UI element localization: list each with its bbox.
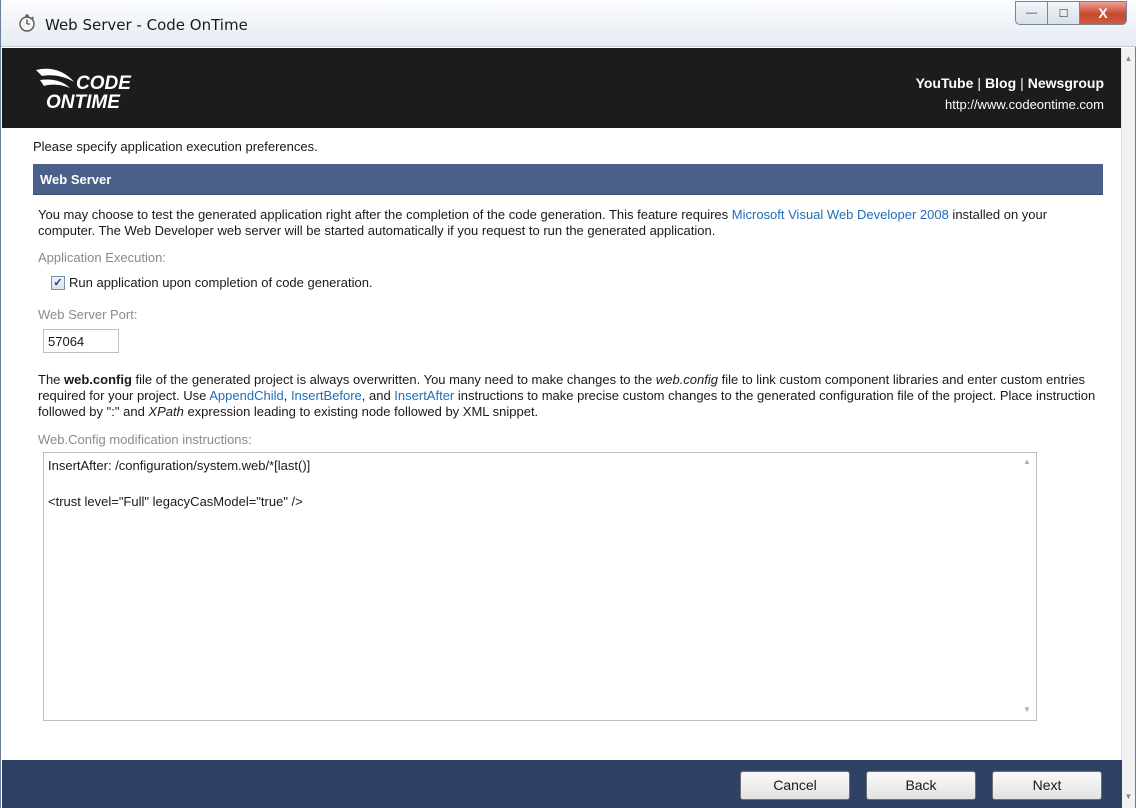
maximize-button[interactable]: ☐	[1047, 1, 1079, 25]
application-window: Web Server - Code OnTime — ☐ X CODE ONTI…	[0, 0, 1136, 808]
webconfig-instructions-label: Web.Config modification instructions:	[38, 432, 252, 447]
scroll-down-icon[interactable]: ▼	[1122, 790, 1135, 804]
textarea-scroll-down-icon[interactable]: ▼	[1023, 705, 1031, 714]
visual-web-developer-link[interactable]: Microsoft Visual Web Developer 2008	[732, 207, 949, 222]
minimize-icon: —	[1026, 7, 1037, 19]
back-button[interactable]: Back	[866, 771, 976, 800]
next-button[interactable]: Next	[992, 771, 1102, 800]
window-title: Web Server - Code OnTime	[45, 16, 248, 34]
run-application-label[interactable]: Run application upon completion of code …	[69, 275, 373, 290]
insert-before-link[interactable]: InsertBefore	[291, 388, 362, 403]
logo-text-code: CODE	[76, 73, 132, 94]
blog-link[interactable]: Blog	[985, 75, 1016, 91]
website-url[interactable]: http://www.codeontime.com	[945, 97, 1104, 112]
webconfig-text: expression leading to existing node foll…	[183, 404, 539, 419]
header-banner: CODE ONTIME YouTube | Blog | Newsgroup http:…	[2, 48, 1122, 128]
minimize-button[interactable]: —	[1015, 1, 1047, 25]
insert-after-link[interactable]: InsertAfter	[394, 388, 454, 403]
web-server-port-label: Web Server Port:	[38, 307, 138, 322]
webconfig-instructions-textarea[interactable]: InsertAfter: /configuration/system.web/*…	[43, 452, 1037, 721]
section-title: Web Server	[40, 172, 112, 187]
application-execution-label: Application Execution:	[38, 250, 166, 265]
section-header: Web Server	[33, 164, 1103, 195]
checkmark-icon: ✓	[53, 277, 63, 289]
webconfig-description: The web.config file of the generated pro…	[38, 372, 1103, 420]
web-server-description: You may choose to test the generated app…	[38, 207, 1098, 239]
stopwatch-icon	[19, 14, 35, 32]
close-icon: X	[1098, 5, 1108, 21]
close-button[interactable]: X	[1079, 1, 1127, 25]
code-ontime-logo: CODE ONTIME	[36, 68, 132, 112]
window-controls: — ☐ X	[1015, 1, 1127, 25]
webconfig-text: , and	[361, 388, 395, 403]
description-text: You may choose to test the generated app…	[38, 207, 732, 222]
webconfig-text: ,	[283, 388, 291, 403]
scroll-up-icon[interactable]: ▲	[1122, 52, 1135, 66]
xpath-italic-term: XPath	[148, 404, 184, 419]
youtube-link[interactable]: YouTube	[916, 75, 974, 91]
intro-text: Please specify application execution pre…	[33, 139, 318, 154]
maximize-icon: ☐	[1058, 7, 1069, 20]
webconfig-bold-term: web.config	[64, 372, 132, 387]
append-child-link[interactable]: AppendChild	[209, 388, 283, 403]
webconfig-text: The	[38, 372, 65, 387]
run-application-option[interactable]: ✓ Run application upon completion of cod…	[51, 275, 373, 290]
run-application-checkbox[interactable]: ✓	[51, 275, 65, 290]
title-bar[interactable]: Web Server - Code OnTime — ☐ X	[1, 0, 1136, 47]
banner-links: YouTube | Blog | Newsgroup	[916, 75, 1104, 91]
textarea-scrollbar[interactable]: ▲ ▼	[1019, 453, 1036, 720]
web-server-port-input[interactable]: 57064	[43, 329, 119, 353]
cancel-button[interactable]: Cancel	[740, 771, 850, 800]
window-scrollbar[interactable]: ▲ ▼	[1121, 48, 1135, 808]
webconfig-instructions-content[interactable]: InsertAfter: /configuration/system.web/*…	[48, 457, 1018, 511]
link-separator: |	[1020, 75, 1024, 91]
webconfig-text: file of the generated project is always …	[131, 372, 656, 387]
link-separator: |	[977, 75, 982, 91]
webconfig-italic-term: web.config	[655, 372, 718, 387]
textarea-scroll-up-icon[interactable]: ▲	[1023, 457, 1031, 466]
newsgroup-link[interactable]: Newsgroup	[1028, 75, 1104, 91]
logo-text-ontime: ONTIME	[46, 92, 121, 112]
